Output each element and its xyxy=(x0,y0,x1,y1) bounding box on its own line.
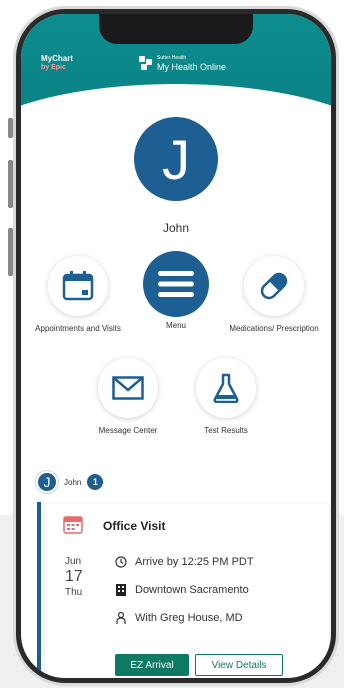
notification-count-badge: 1 xyxy=(87,474,104,490)
calendar-icon xyxy=(62,271,94,301)
tile-test-results[interactable]: Test Results xyxy=(181,358,271,436)
envelope-icon xyxy=(112,376,144,400)
tile-message-center[interactable]: Message Center xyxy=(83,358,173,436)
tile-medications-label: Medications/ Prescription xyxy=(229,324,319,333)
card-accent-rail xyxy=(37,502,41,678)
person-icon xyxy=(116,612,126,624)
phone-screen: MyChart by Epic Sutter Health My Health … xyxy=(21,14,331,678)
tile-menu-label: Menu xyxy=(165,321,186,330)
visit-date: Jun 17 Thu xyxy=(65,556,99,598)
account-row[interactable]: J John 1 xyxy=(36,471,104,493)
mychart-logo-text: MyChart xyxy=(41,54,74,63)
tile-medications[interactable]: Medications/ Prescription xyxy=(229,256,319,334)
profile-avatar[interactable]: J xyxy=(134,117,218,201)
visit-title: Office Visit xyxy=(103,519,166,533)
tile-test-results-button[interactable] xyxy=(196,358,256,418)
brand-mark-icon xyxy=(139,56,153,70)
account-avatar[interactable]: J xyxy=(36,471,58,493)
visit-day: 17 xyxy=(65,568,83,585)
arrive-time-row: Arrive by 12:25 PM PDT xyxy=(115,556,254,568)
phone-notch xyxy=(99,14,253,44)
building-icon xyxy=(116,584,126,596)
tile-appointments[interactable]: Appointments and Visits xyxy=(33,256,123,334)
ez-arrival-button[interactable]: EZ Arrival xyxy=(115,654,189,676)
hamburger-menu-icon xyxy=(158,271,194,297)
profile-name: John xyxy=(162,221,190,235)
office-visit-card[interactable]: Office Visit Jun 17 Thu Arrive by 12:25 … xyxy=(45,504,329,678)
mychart-logo-subtext: by Epic xyxy=(41,64,66,71)
pill-capsule-icon xyxy=(260,272,288,300)
arrive-time-text: Arrive by 12:25 PM PDT xyxy=(135,556,254,568)
flask-icon xyxy=(213,373,239,403)
mychart-logo: MyChart by Epic xyxy=(41,54,73,72)
tile-menu-button[interactable] xyxy=(143,251,209,317)
provider-text: With Greg House, MD xyxy=(135,612,243,624)
visit-weekday: Thu xyxy=(65,587,83,598)
appointment-calendar-icon xyxy=(63,516,83,534)
app-screenshot: MyChart by Epic Sutter Health My Health … xyxy=(0,0,344,688)
tile-menu[interactable]: Menu xyxy=(131,251,221,331)
view-details-button[interactable]: View Details xyxy=(195,654,283,676)
clock-icon xyxy=(115,556,127,568)
location-row: Downtown Sacramento xyxy=(115,584,249,596)
location-text: Downtown Sacramento xyxy=(135,584,249,596)
tile-message-center-button[interactable] xyxy=(98,358,158,418)
account-name: John xyxy=(64,477,82,487)
brand-portal-name: My Health Online xyxy=(157,62,227,72)
provider-row: With Greg House, MD xyxy=(115,612,243,624)
tile-appointments-label: Appointments and Visits xyxy=(35,324,121,333)
tile-appointments-button[interactable] xyxy=(48,256,108,316)
tile-message-center-label: Message Center xyxy=(98,426,158,435)
visit-month: Jun xyxy=(65,556,82,567)
tile-medications-button[interactable] xyxy=(244,256,304,316)
tile-test-results-label: Test Results xyxy=(204,426,248,435)
brand-logo: Sutter Health My Health Online xyxy=(139,54,226,72)
